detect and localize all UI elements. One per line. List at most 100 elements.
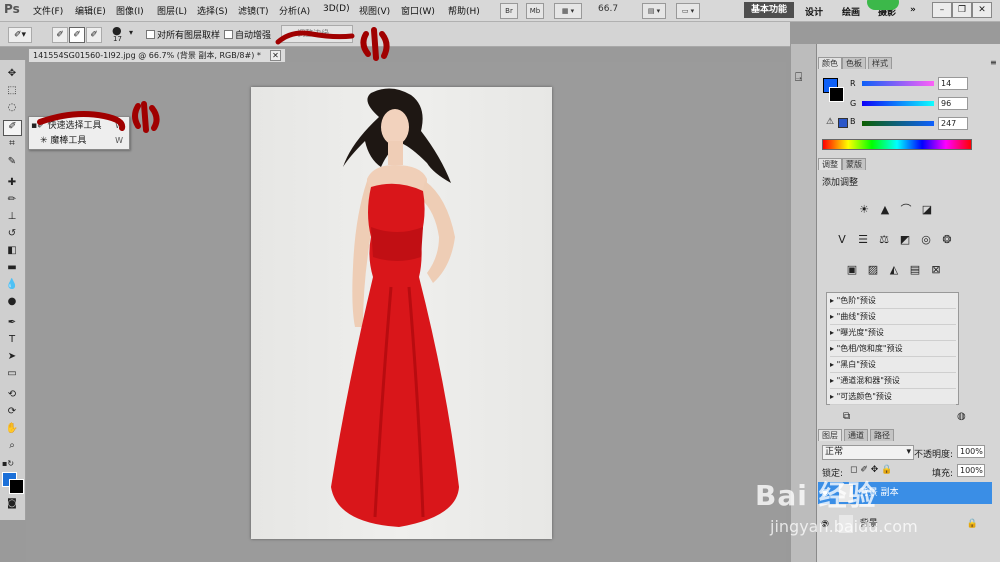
preset-channel-mixer[interactable]: ▸ "通道混和器"预设 xyxy=(830,373,956,389)
menu-item-6[interactable]: 分析(A) xyxy=(279,4,310,17)
document-close-icon[interactable]: ✕ xyxy=(270,50,281,61)
history-brush-tool-icon[interactable]: ↺ xyxy=(5,228,19,240)
channel-mixer-icon[interactable]: ❂ xyxy=(940,233,954,247)
menu-item-1[interactable]: 编辑(E) xyxy=(75,4,106,17)
restore-button[interactable]: ❐ xyxy=(952,2,972,18)
curves-icon[interactable]: ⌒ xyxy=(899,203,913,217)
tab-paths[interactable]: 路径 xyxy=(870,429,894,441)
selective-color-icon[interactable]: ⊠ xyxy=(929,263,943,277)
crop-tool-icon[interactable]: ⌗ xyxy=(5,138,19,150)
menu-item-8[interactable]: 视图(V) xyxy=(359,4,390,17)
workspace-painting[interactable]: 绘画 xyxy=(842,5,860,18)
color-spectrum-bar[interactable] xyxy=(822,139,972,150)
menu-item-2[interactable]: 图像(I) xyxy=(116,4,144,17)
channel-r-slider[interactable] xyxy=(862,81,934,86)
tab-adjustments[interactable]: 调整 xyxy=(818,158,842,170)
path-selection-tool-icon[interactable]: ➤ xyxy=(5,351,19,363)
arrange-documents-button[interactable]: ▤ ▾ xyxy=(642,3,666,19)
history-panel-icon[interactable]: ⍈ xyxy=(795,70,802,85)
menu-item-10[interactable]: 帮助(H) xyxy=(448,4,480,17)
channel-r-value[interactable]: 14 xyxy=(938,77,968,90)
quick-selection-tool-icon[interactable]: ✐ xyxy=(3,120,22,136)
pen-tool-icon[interactable]: ✒ xyxy=(5,317,19,329)
menu-item-3[interactable]: 图层(L) xyxy=(157,4,187,17)
hand-tool-icon[interactable]: ✋ xyxy=(5,423,19,435)
preset-hue-saturation[interactable]: ▸ "色相/饱和度"预设 xyxy=(830,341,956,357)
menu-item-9[interactable]: 窗口(W) xyxy=(401,4,435,17)
menu-item-7[interactable]: 3D(D) xyxy=(323,4,350,14)
auto-enhance-checkbox[interactable] xyxy=(224,30,233,39)
preset-selective-color[interactable]: ▸ "可选颜色"预设 xyxy=(830,389,956,405)
document-tab[interactable]: 141554SG01560-1I92.jpg @ 66.7% (背景 副本, R… xyxy=(28,48,286,62)
clone-stamp-tool-icon[interactable]: ⊥ xyxy=(5,211,19,223)
preset-black-white[interactable]: ▸ "黑白"预设 xyxy=(830,357,956,373)
tool-preset-picker[interactable]: ✐▾ xyxy=(8,27,32,43)
gamut-swatch[interactable] xyxy=(838,118,848,128)
levels-icon[interactable]: ▲ xyxy=(878,203,892,217)
preset-curves[interactable]: ▸ "曲线"预设 xyxy=(830,309,956,325)
eraser-tool-icon[interactable]: ◧ xyxy=(5,245,19,257)
brightness-contrast-icon[interactable]: ☀ xyxy=(857,203,871,217)
photo-filter-icon[interactable]: ◎ xyxy=(919,233,933,247)
workspace-design[interactable]: 设计 xyxy=(805,5,823,18)
blur-tool-icon[interactable]: 💧 xyxy=(5,279,19,291)
zoom-level[interactable]: 66.7 xyxy=(598,4,618,14)
mini-bridge-button[interactable]: Mb xyxy=(526,3,544,19)
new-selection-icon[interactable]: ✐ xyxy=(52,27,68,43)
minimize-button[interactable]: – xyxy=(932,2,952,18)
screen-mode-button[interactable]: ▭ ▾ xyxy=(676,3,700,19)
clip-to-layer-icon[interactable]: ⧉ xyxy=(843,411,850,422)
3d-orbit-tool-icon[interactable]: ⟳ xyxy=(5,406,19,418)
hue-saturation-icon[interactable]: ☰ xyxy=(856,233,870,247)
posterize-icon[interactable]: ▨ xyxy=(866,263,880,277)
blend-mode-select[interactable]: 正常 ▾ xyxy=(822,445,914,460)
3d-rotate-tool-icon[interactable]: ⟲ xyxy=(5,389,19,401)
channel-g-value[interactable]: 96 xyxy=(938,97,968,110)
opacity-value[interactable]: 100% xyxy=(957,445,985,458)
tab-swatches[interactable]: 色板 xyxy=(842,57,866,69)
lasso-tool-icon[interactable]: ◌ xyxy=(5,102,19,114)
black-white-icon[interactable]: ◩ xyxy=(898,233,912,247)
workspace-essentials[interactable]: 基本功能 xyxy=(744,2,794,18)
background-color-swatch[interactable] xyxy=(9,479,24,494)
threshold-icon[interactable]: ◭ xyxy=(887,263,901,277)
view-extras-button[interactable]: ▦ ▾ xyxy=(554,3,582,19)
color-balance-icon[interactable]: ⚖ xyxy=(877,233,891,247)
document-canvas-image[interactable] xyxy=(251,87,552,539)
brush-dropdown-icon[interactable]: ▾ xyxy=(129,28,133,37)
exposure-icon[interactable]: ◪ xyxy=(920,203,934,217)
vibrance-icon[interactable]: V xyxy=(835,233,849,247)
workspace-more[interactable]: » xyxy=(910,5,916,15)
close-window-button[interactable]: ✕ xyxy=(972,2,992,18)
quick-mask-icon[interactable]: ◙ xyxy=(5,498,19,510)
add-to-selection-icon[interactable]: ✐ xyxy=(69,27,85,43)
visibility-chain-icon[interactable]: ◍ xyxy=(957,411,966,422)
healing-brush-tool-icon[interactable]: ✚ xyxy=(5,177,19,189)
menu-item-4[interactable]: 选择(S) xyxy=(197,4,228,17)
preset-exposure[interactable]: ▸ "曝光度"预设 xyxy=(830,325,956,341)
tab-channels[interactable]: 通道 xyxy=(844,429,868,441)
tab-layers[interactable]: 图层 xyxy=(818,429,842,441)
invert-icon[interactable]: ▣ xyxy=(845,263,859,277)
type-tool-icon[interactable]: T xyxy=(5,334,19,346)
channel-b-value[interactable]: 247 xyxy=(938,117,968,130)
eyedropper-tool-icon[interactable]: ✎ xyxy=(5,156,19,168)
subtract-from-selection-icon[interactable]: ✐ xyxy=(86,27,102,43)
fill-value[interactable]: 100% xyxy=(957,464,985,477)
gradient-tool-icon[interactable]: ▬ xyxy=(5,262,19,274)
move-tool-icon[interactable]: ✥ xyxy=(5,68,19,80)
brush-tool-icon[interactable]: ✏ xyxy=(5,194,19,206)
menu-item-0[interactable]: 文件(F) xyxy=(33,4,63,17)
color-background-swatch[interactable] xyxy=(829,87,844,102)
menu-item-5[interactable]: 滤镜(T) xyxy=(238,4,269,17)
warning-icon[interactable]: ⚠ xyxy=(826,117,834,127)
preset-levels[interactable]: ▸ "色阶"预设 xyxy=(830,293,956,309)
tab-masks[interactable]: 蒙版 xyxy=(842,158,866,170)
zoom-tool-icon[interactable]: ⌕ xyxy=(5,440,19,452)
channel-g-slider[interactable] xyxy=(862,101,934,106)
tab-color[interactable]: 颜色 xyxy=(818,57,842,69)
marquee-tool-icon[interactable]: ⬚ xyxy=(5,85,19,97)
gradient-map-icon[interactable]: ▤ xyxy=(908,263,922,277)
sample-all-layers-checkbox[interactable] xyxy=(146,30,155,39)
bridge-button[interactable]: Br xyxy=(500,3,518,19)
